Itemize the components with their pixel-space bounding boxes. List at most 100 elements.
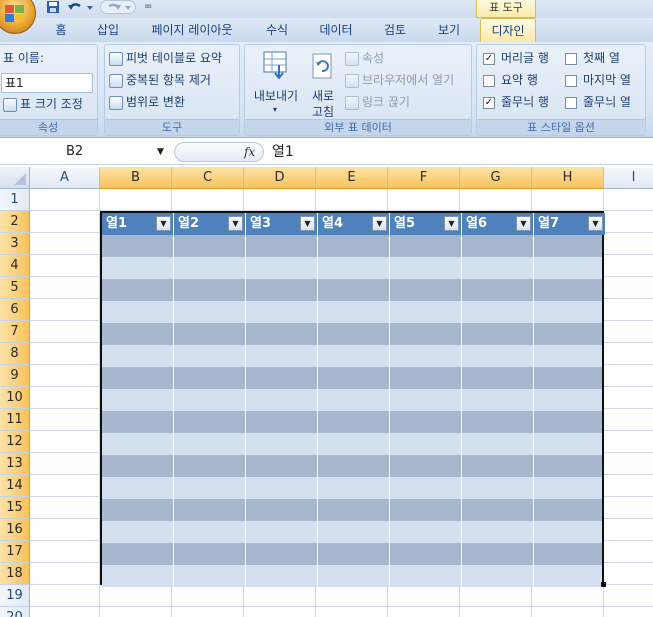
formula-input[interactable]: 열1: [272, 141, 294, 163]
customize-qat-button[interactable]: =: [144, 0, 154, 14]
checkbox-total-row[interactable]: [483, 74, 495, 87]
filter-dropdown-icon[interactable]: ▼: [588, 216, 603, 231]
worksheet-grid[interactable]: ABCDEFGHI 123456789101112131415161718192…: [0, 167, 653, 617]
row-header-14[interactable]: 14: [0, 475, 30, 497]
tab-insert[interactable]: 삽입: [92, 18, 124, 42]
checkbox-banded-rows[interactable]: ✓: [483, 96, 495, 109]
filter-dropdown-icon[interactable]: ▼: [444, 216, 459, 231]
table-row[interactable]: [102, 543, 602, 565]
table-resize-handle[interactable]: [601, 582, 606, 587]
row-header-19[interactable]: 19: [0, 585, 30, 607]
insert-function-icon[interactable]: fx: [244, 142, 255, 162]
table-row[interactable]: [102, 455, 602, 477]
row-header-13[interactable]: 13: [0, 453, 30, 475]
filter-dropdown-icon[interactable]: ▼: [156, 216, 171, 231]
tab-page-layout[interactable]: 페이지 레이아웃: [146, 18, 238, 42]
table-row[interactable]: [102, 301, 602, 323]
option-banded-rows[interactable]: ✓ 줄무늬 행: [483, 93, 549, 111]
filter-dropdown-icon[interactable]: ▼: [228, 216, 243, 231]
convert-to-range-button[interactable]: 범위로 변환: [109, 93, 185, 111]
row-header-4[interactable]: 4: [0, 255, 30, 277]
table-name-input[interactable]: 표1: [1, 73, 93, 93]
tab-design[interactable]: 디자인: [480, 18, 536, 42]
table-row[interactable]: [102, 499, 602, 521]
column-header-e[interactable]: E: [316, 167, 388, 189]
checkbox-header-row[interactable]: ✓: [483, 52, 495, 65]
table-header-cell[interactable]: 열6 ▼: [462, 213, 534, 235]
refresh-button[interactable]: 새로 고침: [303, 47, 343, 119]
column-header-d[interactable]: D: [244, 167, 316, 189]
option-first-column[interactable]: 첫째 열: [565, 49, 620, 67]
column-header-f[interactable]: F: [388, 167, 460, 189]
row-header-20[interactable]: 20: [0, 607, 30, 617]
table-row[interactable]: [102, 279, 602, 301]
table-row[interactable]: [102, 345, 602, 367]
row-header-18[interactable]: 18: [0, 563, 30, 585]
excel-table[interactable]: 열1 ▼ 열2 ▼ 열3 ▼ 열4 ▼ 열5 ▼ 열6 ▼ 열7 ▼: [100, 211, 606, 587]
save-icon[interactable]: [46, 0, 60, 14]
row-header-2[interactable]: 2: [0, 211, 30, 233]
column-header-h[interactable]: H: [532, 167, 604, 189]
option-total-row[interactable]: 요약 행: [483, 71, 538, 89]
pivot-summary-button[interactable]: 피벗 테이블로 요약: [109, 49, 222, 67]
table-row[interactable]: [102, 433, 602, 455]
row-header-11[interactable]: 11: [0, 409, 30, 431]
table-row[interactable]: [102, 389, 602, 411]
filter-dropdown-icon[interactable]: ▼: [516, 216, 531, 231]
table-header-cell[interactable]: 열7 ▼: [534, 213, 606, 235]
export-button[interactable]: 내보내기 ▾: [249, 47, 301, 119]
column-header-g[interactable]: G: [460, 167, 532, 189]
table-header-cell[interactable]: 열2 ▼: [174, 213, 246, 235]
checkbox-last-column[interactable]: [565, 74, 577, 87]
table-row[interactable]: [102, 565, 602, 587]
tab-data[interactable]: 데이터: [316, 18, 356, 42]
undo-icon[interactable]: [66, 0, 96, 14]
row-header-9[interactable]: 9: [0, 365, 30, 387]
option-header-row[interactable]: ✓ 머리글 행: [483, 49, 549, 67]
filter-dropdown-icon[interactable]: ▼: [372, 216, 387, 231]
select-all-corner[interactable]: [0, 167, 30, 189]
column-header-i[interactable]: I: [604, 167, 653, 189]
checkbox-banded-columns[interactable]: [565, 96, 577, 109]
remove-duplicates-button[interactable]: 중복된 항목 제거: [109, 71, 211, 89]
row-header-3[interactable]: 3: [0, 233, 30, 255]
tab-formulas[interactable]: 수식: [262, 18, 292, 42]
open-in-browser-button[interactable]: 브라우저에서 열기: [345, 71, 454, 89]
name-box-dropdown-icon[interactable]: ▼: [157, 141, 169, 163]
row-header-10[interactable]: 10: [0, 387, 30, 409]
row-header-6[interactable]: 6: [0, 299, 30, 321]
table-row[interactable]: [102, 323, 602, 345]
unlink-button[interactable]: 링크 끊기: [345, 93, 410, 111]
row-header-15[interactable]: 15: [0, 497, 30, 519]
table-row[interactable]: [102, 477, 602, 499]
row-header-17[interactable]: 17: [0, 541, 30, 563]
option-banded-columns[interactable]: 줄무늬 열: [565, 93, 631, 111]
checkbox-first-column[interactable]: [565, 52, 577, 65]
table-row[interactable]: [102, 521, 602, 543]
option-last-column[interactable]: 마지막 열: [565, 71, 631, 89]
filter-dropdown-icon[interactable]: ▼: [300, 216, 315, 231]
table-row[interactable]: [102, 367, 602, 389]
table-header-cell[interactable]: 열4 ▼: [318, 213, 390, 235]
row-header-5[interactable]: 5: [0, 277, 30, 299]
column-header-c[interactable]: C: [172, 167, 244, 189]
table-row[interactable]: [102, 411, 602, 433]
name-box[interactable]: B2: [0, 141, 170, 163]
row-header-7[interactable]: 7: [0, 321, 30, 343]
table-header-cell[interactable]: 열1 ▼: [102, 213, 174, 235]
table-row[interactable]: [102, 257, 602, 279]
table-header-cell[interactable]: 열3 ▼: [246, 213, 318, 235]
table-row[interactable]: [102, 235, 602, 257]
row-header-8[interactable]: 8: [0, 343, 30, 365]
row-header-12[interactable]: 12: [0, 431, 30, 453]
column-header-b[interactable]: B: [100, 167, 172, 189]
resize-table-button[interactable]: 표 크기 조정: [3, 95, 83, 113]
row-header-16[interactable]: 16: [0, 519, 30, 541]
tab-review[interactable]: 검토: [380, 18, 410, 42]
column-header-a[interactable]: A: [30, 167, 100, 189]
tab-view[interactable]: 보기: [434, 18, 464, 42]
table-header-cell[interactable]: 열5 ▼: [390, 213, 462, 235]
tab-home[interactable]: 홈: [48, 18, 74, 42]
redo-icon[interactable]: [100, 0, 136, 14]
row-header-1[interactable]: 1: [0, 189, 30, 211]
